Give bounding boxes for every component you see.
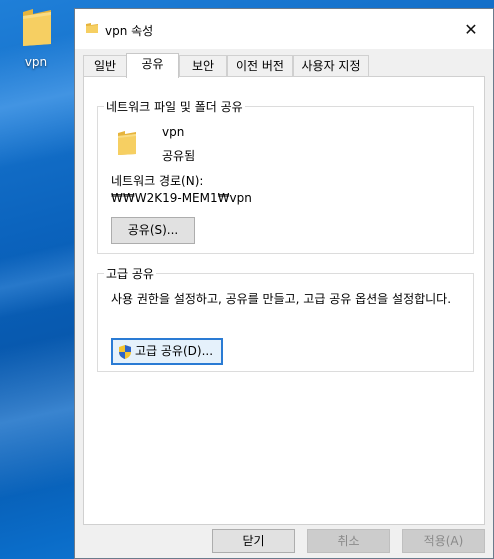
close-icon: ✕ <box>464 19 478 39</box>
network-path-label: 네트워크 경로(N): <box>111 174 204 188</box>
network-path-value: ₩₩W2K19-MEM1₩vpn <box>111 191 252 205</box>
close-dialog-button[interactable]: 닫기 <box>212 529 295 553</box>
window-title: vpn 속성 <box>105 24 154 38</box>
uac-shield-icon <box>119 345 131 359</box>
advanced-share-description: 사용 권한을 설정하고, 공유를 만들고, 고급 공유 옵션을 설정합니다. <box>111 292 452 306</box>
tab-general[interactable]: 일반 <box>83 55 127 76</box>
network-share-group: 네트워크 파일 및 폴더 공유 vpn 공유됨 네트워크 경로(N): ₩₩W2… <box>97 98 474 254</box>
folder-icon <box>86 23 98 33</box>
close-button[interactable]: ✕ <box>449 9 493 49</box>
folder-icon <box>23 9 51 46</box>
share-button[interactable]: 공유(S)... <box>111 217 195 244</box>
tab-security[interactable]: 보안 <box>179 55 227 76</box>
tab-customize[interactable]: 사용자 지정 <box>293 55 369 76</box>
properties-window: vpn 속성 ✕ 일반 공유 보안 이전 버전 사용자 지정 네트워크 파일 및… <box>74 8 494 559</box>
share-status: 공유됨 <box>162 149 196 163</box>
advanced-share-group-title: 고급 공유 <box>104 265 156 282</box>
advanced-share-group: 고급 공유 사용 권한을 설정하고, 공유를 만들고, 고급 공유 옵션을 설정… <box>97 265 474 372</box>
advanced-share-button[interactable]: 고급 공유(D)... <box>111 338 223 365</box>
desktop-icon-label: vpn <box>24 55 48 69</box>
apply-button[interactable]: 적용(A) <box>402 529 485 553</box>
tab-sharing[interactable]: 공유 <box>126 53 179 78</box>
folder-icon <box>118 131 136 155</box>
tab-previous-versions[interactable]: 이전 버전 <box>227 55 293 76</box>
advanced-share-button-label: 고급 공유(D)... <box>135 344 214 358</box>
shared-folder-name: vpn <box>162 125 185 139</box>
tab-panel-sharing: 네트워크 파일 및 폴더 공유 vpn 공유됨 네트워크 경로(N): ₩₩W2… <box>83 76 485 525</box>
title-bar[interactable]: vpn 속성 ✕ <box>75 9 493 49</box>
desktop-folder-vpn[interactable]: vpn <box>8 6 64 72</box>
cancel-button[interactable]: 취소 <box>307 529 390 553</box>
network-share-group-title: 네트워크 파일 및 폴더 공유 <box>104 98 245 115</box>
